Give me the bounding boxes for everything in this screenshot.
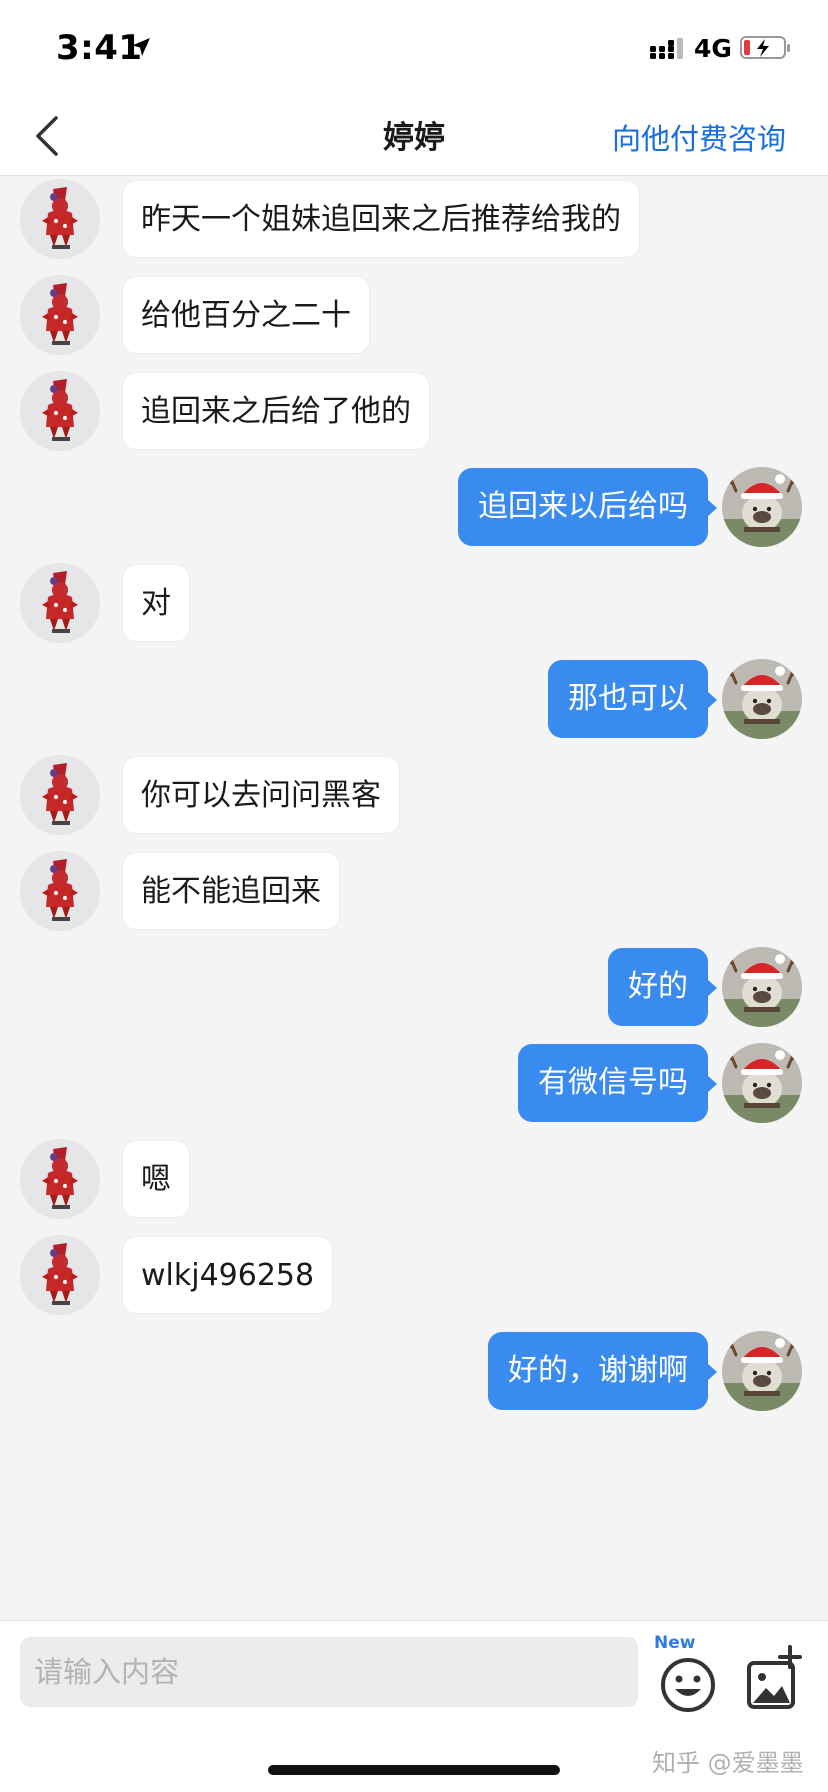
add-image-icon[interactable] [746, 1641, 802, 1711]
message-row: 好的，谢谢啊 [0, 1328, 828, 1416]
message-row: 好的 [0, 944, 828, 1032]
battery-icon [740, 36, 790, 59]
chat-message-list[interactable]: 昨天一个姐妹追回来之后推荐给我的 给他百分之二十 追回来之后给了他的 追回来以后… [0, 176, 828, 1620]
message-row: 能不能追回来 [0, 848, 828, 936]
status-bar: 3:41 4G [0, 0, 828, 96]
message-bubble-outgoing[interactable]: 有微信号吗 [518, 1044, 717, 1122]
message-row: 那也可以 [0, 656, 828, 744]
my-avatar[interactable] [722, 467, 802, 547]
nav-bar: 婷婷 向他付费咨询 [0, 96, 828, 176]
message-row: wlkj496258 [0, 1232, 828, 1320]
location-arrow-icon [132, 38, 150, 56]
contact-avatar[interactable] [20, 1139, 100, 1219]
message-row: 对 [0, 560, 828, 648]
message-row: 昨天一个姐妹追回来之后推荐给我的 [0, 176, 828, 264]
input-bar: New 知乎 @爱墨墨 [0, 1620, 828, 1792]
contact-avatar[interactable] [20, 1235, 100, 1315]
message-input[interactable] [20, 1637, 638, 1707]
paid-consult-link[interactable]: 向他付费咨询 [612, 116, 786, 158]
message-bubble-incoming[interactable]: 追回来之后给了他的 [122, 372, 430, 450]
emoji-icon[interactable] [660, 1657, 716, 1713]
my-avatar[interactable] [722, 659, 802, 739]
contact-avatar[interactable] [20, 179, 100, 259]
message-bubble-incoming[interactable]: 昨天一个姐妹追回来之后推荐给我的 [122, 180, 640, 258]
contact-avatar[interactable] [20, 371, 100, 451]
my-avatar[interactable] [722, 1043, 802, 1123]
contact-avatar[interactable] [20, 275, 100, 355]
new-badge: New [654, 1633, 696, 1653]
message-row: 你可以去问问黑客 [0, 752, 828, 840]
message-bubble-outgoing[interactable]: 好的，谢谢啊 [488, 1332, 717, 1410]
contact-avatar[interactable] [20, 851, 100, 931]
message-bubble-incoming[interactable]: 能不能追回来 [122, 852, 340, 930]
my-avatar[interactable] [722, 1331, 802, 1411]
watermark: 知乎 @爱墨墨 [652, 1749, 804, 1777]
message-row: 给他百分之二十 [0, 272, 828, 360]
message-row: 追回来以后给吗 [0, 464, 828, 552]
message-bubble-outgoing[interactable]: 好的 [608, 948, 717, 1026]
message-row: 有微信号吗 [0, 1040, 828, 1128]
home-indicator [268, 1765, 560, 1775]
message-bubble-incoming[interactable]: 对 [122, 564, 190, 642]
message-bubble-incoming[interactable]: wlkj496258 [122, 1236, 334, 1314]
message-bubble-incoming[interactable]: 你可以去问问黑客 [122, 756, 400, 834]
network-type: 4G [694, 34, 732, 63]
message-bubble-incoming[interactable]: 给他百分之二十 [122, 276, 370, 354]
message-bubble-incoming[interactable]: 嗯 [122, 1140, 190, 1218]
message-row: 追回来之后给了他的 [0, 368, 828, 456]
my-avatar[interactable] [722, 947, 802, 1027]
message-row: 嗯 [0, 1136, 828, 1224]
contact-avatar[interactable] [20, 563, 100, 643]
message-bubble-outgoing[interactable]: 那也可以 [548, 660, 717, 738]
message-bubble-outgoing[interactable]: 追回来以后给吗 [458, 468, 717, 546]
back-chevron-icon[interactable] [28, 108, 68, 164]
contact-avatar[interactable] [20, 755, 100, 835]
signal-icon [650, 38, 683, 59]
